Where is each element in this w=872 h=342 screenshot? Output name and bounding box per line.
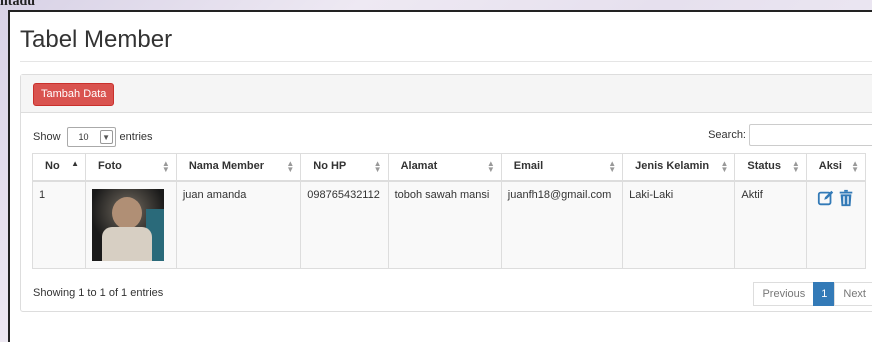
content-frame: Tabel Member Tambah Data Show 10 ▼ entri…: [8, 10, 872, 342]
sort-icon: ▲ ▼: [608, 159, 617, 174]
cell-no: 1: [31, 180, 87, 269]
cell-alamat: toboh sawah mansi: [387, 180, 502, 269]
cell-hp: 098765432112: [300, 180, 389, 269]
column-header-email[interactable]: Email ▲ ▼: [500, 153, 624, 182]
pagination: Previous 1 Next: [753, 282, 872, 306]
entries-length-control: Show 10 ▼ entries: [33, 127, 153, 147]
sort-icon: ▲ ▼: [486, 159, 495, 174]
entries-label: entries: [119, 131, 153, 143]
cell-foto: [85, 180, 177, 269]
table-info: Showing 1 to 1 of 1 entries: [33, 287, 164, 299]
sort-icon: ▲ ▼: [286, 159, 295, 174]
panel-heading: Tambah Data: [21, 75, 872, 113]
entries-select-value: 10: [78, 132, 89, 142]
cell-aksi: [805, 180, 867, 269]
cell-status: Aktif: [734, 180, 807, 269]
member-table: No ▲ Foto ▲ ▼ Nama Member ▲ ▼ No HP ▲ ▼ Alamat ▲…: [31, 153, 867, 269]
column-header-foto[interactable]: Foto ▲ ▼: [85, 153, 177, 182]
member-photo: [92, 188, 165, 261]
trash-icon[interactable]: [837, 189, 855, 207]
column-header-nama[interactable]: Nama Member ▲ ▼: [175, 153, 302, 182]
cell-nama: juan amanda: [175, 180, 302, 269]
page-title: Tabel Member: [20, 26, 173, 53]
search-control: Search:: [708, 124, 872, 146]
search-label: Search:: [708, 129, 746, 141]
sort-icon: ▲ ▼: [851, 159, 859, 174]
next-button[interactable]: Next: [834, 282, 872, 306]
column-header-jenis-kelamin[interactable]: Jenis Kelamin ▲ ▼: [622, 153, 736, 182]
background-text: ntadu: [0, 0, 36, 9]
column-header-alamat[interactable]: Alamat ▲ ▼: [387, 153, 502, 182]
sort-icon: ▲ ▼: [791, 159, 800, 174]
previous-button[interactable]: Previous: [753, 282, 815, 306]
sort-asc-icon: ▲: [71, 159, 80, 168]
cell-jenis-kelamin: Laki-Laki: [622, 180, 736, 269]
member-panel: Tambah Data Show 10 ▼ entries Search: No…: [20, 74, 872, 312]
add-data-button[interactable]: Tambah Data: [33, 83, 115, 106]
sort-icon: ▲ ▼: [161, 159, 170, 174]
show-label: Show: [33, 131, 61, 143]
table-row: 1 juan amanda 098765432112 toboh sawah m…: [31, 180, 867, 269]
search-input[interactable]: [749, 124, 872, 146]
column-header-no[interactable]: No ▲: [31, 153, 87, 182]
column-header-aksi[interactable]: Aksi ▲ ▼: [805, 153, 867, 182]
edit-icon[interactable]: [817, 189, 835, 207]
sort-icon: ▲ ▼: [720, 159, 729, 174]
cell-email: juanfh18@gmail.com: [500, 180, 624, 269]
column-header-status[interactable]: Status ▲ ▼: [734, 153, 807, 182]
entries-select[interactable]: 10 ▼: [66, 127, 116, 147]
chevron-down-icon: ▼: [99, 130, 113, 144]
sort-icon: ▲ ▼: [373, 159, 382, 174]
column-header-hp[interactable]: No HP ▲ ▼: [300, 153, 389, 182]
table-header-row: No ▲ Foto ▲ ▼ Nama Member ▲ ▼ No HP ▲ ▼ Alamat ▲…: [31, 153, 867, 182]
page-1-button[interactable]: 1: [813, 282, 836, 306]
title-divider: [20, 61, 872, 62]
